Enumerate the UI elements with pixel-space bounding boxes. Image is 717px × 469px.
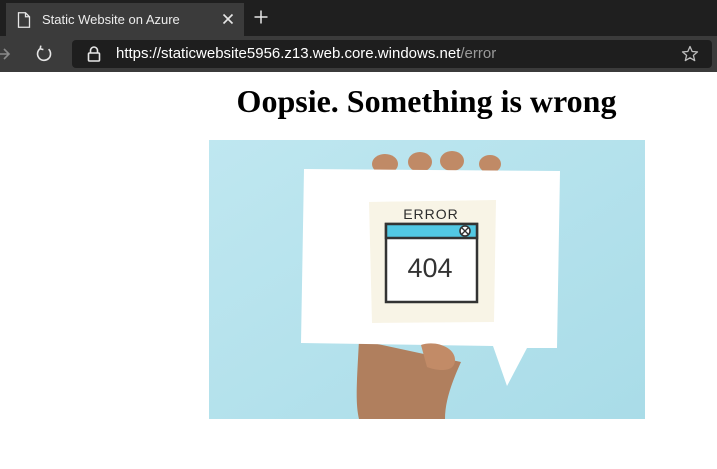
page-icon <box>17 11 31 28</box>
browser-toolbar: https://staticwebsite5956.z13.web.core.w… <box>0 36 717 72</box>
error-code: 404 <box>407 253 452 283</box>
star-icon[interactable] <box>681 45 699 63</box>
tab-title: Static Website on Azure <box>42 12 180 27</box>
address-url[interactable]: https://staticwebsite5956.z13.web.core.w… <box>116 45 496 63</box>
address-bar[interactable]: https://staticwebsite5956.z13.web.core.w… <box>72 40 712 68</box>
error-404-image: ERROR 404 <box>209 140 645 419</box>
refresh-icon[interactable] <box>34 44 54 64</box>
error-label: ERROR <box>403 206 459 222</box>
browser-tab[interactable]: Static Website on Azure <box>6 3 244 36</box>
tab-strip: Static Website on Azure <box>0 0 717 36</box>
url-host: https://staticwebsite5956.z13.web.core.w… <box>116 45 461 62</box>
url-path: /error <box>460 45 497 62</box>
close-icon[interactable] <box>220 11 236 27</box>
page-title: Oopsie. Something is wrong <box>236 83 617 119</box>
lock-icon[interactable] <box>87 46 101 62</box>
forward-arrow-icon[interactable] <box>0 45 12 63</box>
plus-icon[interactable] <box>252 8 270 26</box>
